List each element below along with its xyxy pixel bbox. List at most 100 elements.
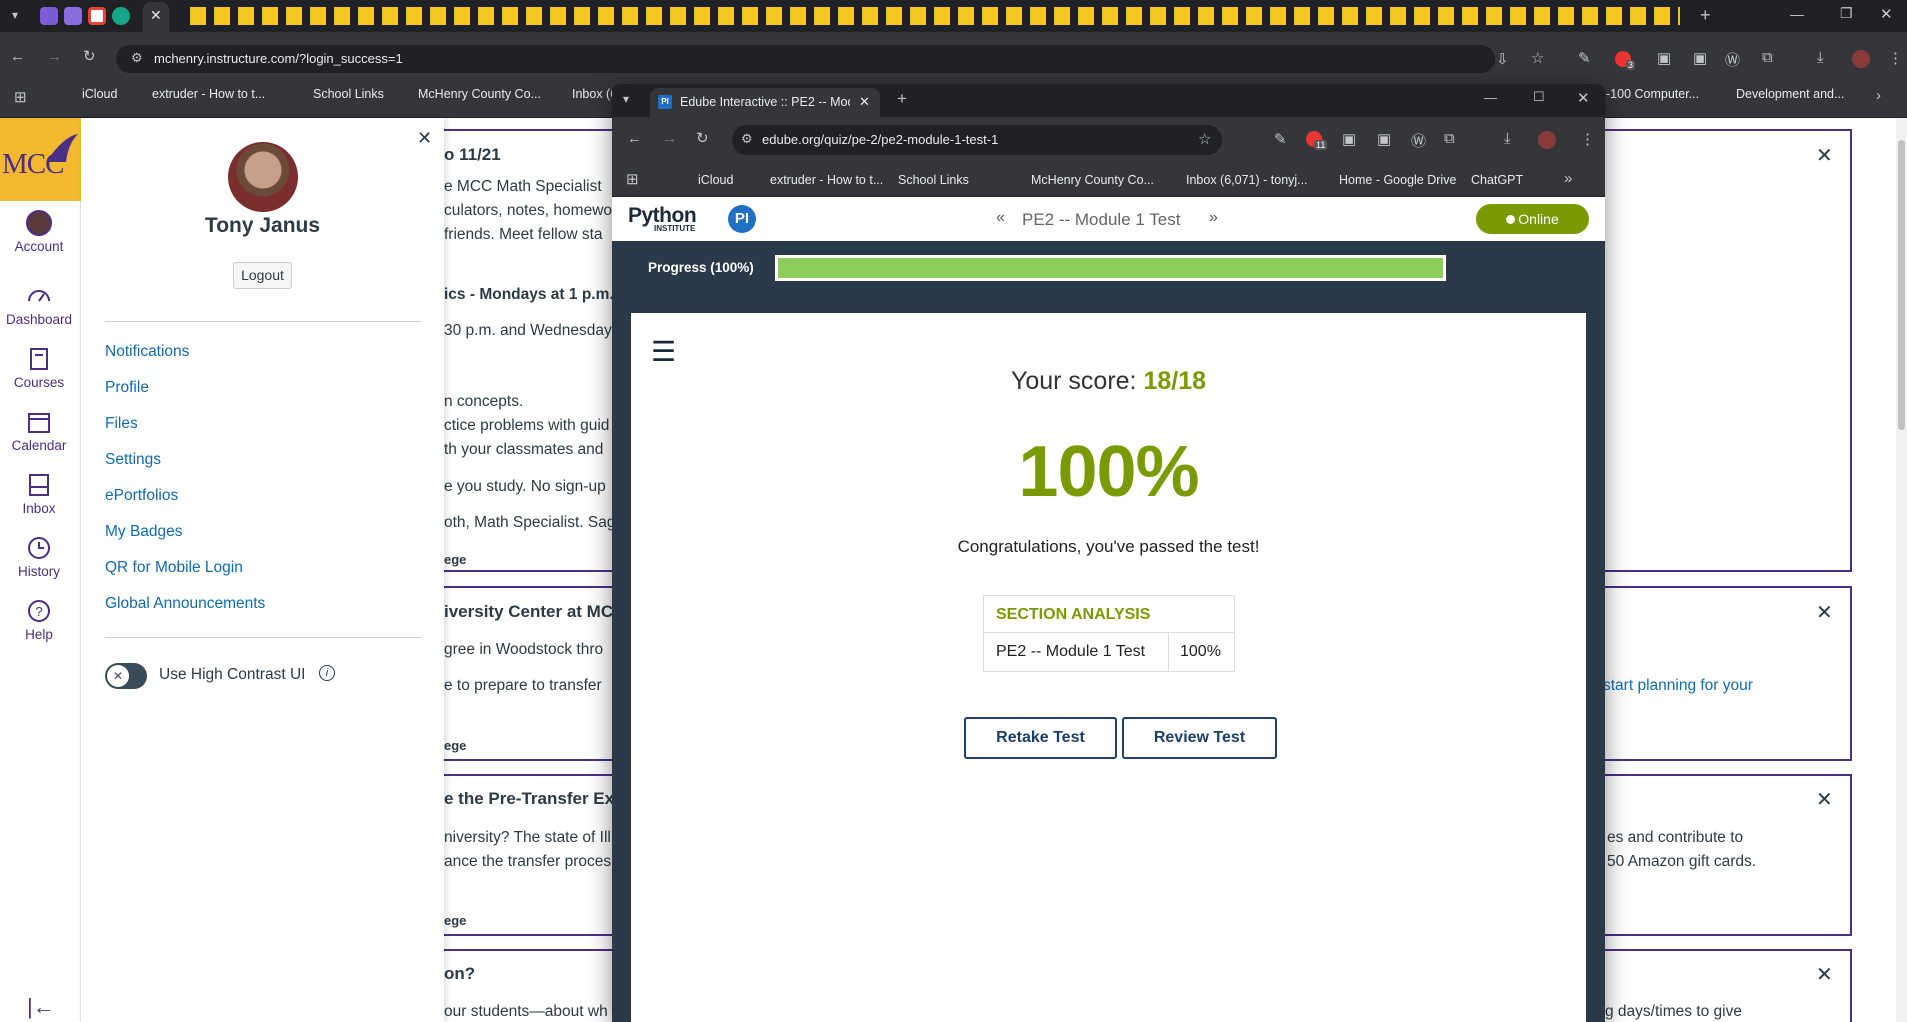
bookmark-inbox[interactable]: Inbox (6,071) - tonyj...: [572, 87, 612, 101]
extensions-puzzle-icon[interactable]: ⧉: [1762, 49, 1773, 66]
inner-active-tab[interactable]: PI Edube Interactive :: PE2 -- Modu ✕: [650, 88, 880, 117]
downloads-icon[interactable]: ⤓: [1817, 49, 1824, 66]
logout-button[interactable]: Logout: [233, 262, 292, 289]
nav-courses[interactable]: Courses: [0, 346, 78, 390]
retake-test-button[interactable]: Retake Test: [964, 717, 1117, 759]
nav-help[interactable]: ? Help: [0, 598, 78, 642]
new-tab-icon[interactable]: +: [1700, 5, 1711, 26]
outer-address-bar[interactable]: ⚙ mchenry.instructure.com/?login_success…: [116, 45, 1544, 73]
menu-icon[interactable]: ⋮: [1888, 49, 1903, 67]
tray-link-settings[interactable]: Settings: [105, 451, 161, 469]
eyedropper-icon[interactable]: ✎: [1274, 130, 1287, 148]
bookmark-school-links[interactable]: School Links: [313, 87, 384, 101]
close-tab-icon[interactable]: ✕: [859, 94, 870, 110]
apps-grid-icon[interactable]: ⊞: [626, 170, 639, 188]
close-tab-icon[interactable]: ✕: [150, 7, 162, 24]
bookmark-google-drive[interactable]: Home - Google Drive: [1339, 173, 1456, 187]
nav-calendar[interactable]: Calendar: [0, 409, 78, 453]
nav-dashboard[interactable]: Dashboard: [0, 283, 78, 327]
back-icon[interactable]: ←: [10, 48, 25, 65]
tray-link-qr-login[interactable]: QR for Mobile Login: [105, 559, 243, 577]
collapse-nav-icon[interactable]: |←: [27, 994, 55, 1020]
high-contrast-toggle[interactable]: ✕: [105, 663, 147, 689]
minimize-icon[interactable]: —: [1484, 90, 1497, 105]
bookmark-development[interactable]: Development and...: [1736, 87, 1844, 101]
restore-icon[interactable]: ❐: [1840, 5, 1853, 22]
info-icon[interactable]: i: [319, 665, 335, 681]
extension-icon[interactable]: ▣: [1693, 49, 1707, 67]
tray-link-eportfolios[interactable]: ePortfolios: [105, 487, 178, 505]
dismiss-announcement-icon[interactable]: ✕: [1816, 143, 1833, 168]
dismiss-announcement-icon[interactable]: ✕: [1816, 600, 1833, 625]
bookmark-icloud[interactable]: iCloud: [698, 173, 733, 187]
page-scrollbar[interactable]: [1896, 118, 1907, 1022]
extensions-puzzle-icon[interactable]: ⧉: [1444, 130, 1455, 147]
bookmark-school-links[interactable]: School Links: [898, 173, 969, 187]
tab-search-button[interactable]: ▾: [6, 8, 24, 26]
review-test-button[interactable]: Review Test: [1122, 717, 1277, 759]
dismiss-announcement-icon[interactable]: ✕: [1816, 787, 1833, 812]
active-tab[interactable]: ✕: [143, 2, 169, 32]
python-institute-logo[interactable]: Python INSTITUTE PI: [628, 204, 758, 236]
bookmark-mchenry[interactable]: McHenry County Co...: [1031, 173, 1154, 187]
forward-icon[interactable]: →: [662, 130, 677, 147]
site-info-icon[interactable]: ⚙: [741, 131, 753, 147]
inner-url: edube.org/quiz/pe-2/pe2-module-1-test-1: [762, 132, 999, 147]
site-info-icon[interactable]: ⚙: [131, 50, 143, 66]
pinned-tab-icon[interactable]: [40, 7, 58, 25]
extension-icon[interactable]: Ⓦ: [1411, 130, 1426, 151]
tab-search-icon[interactable]: ▾: [623, 92, 629, 106]
extension-icon[interactable]: ▣: [1377, 130, 1391, 148]
profile-avatar-icon[interactable]: [1538, 131, 1556, 149]
mcc-logo[interactable]: MCC: [0, 118, 81, 201]
apps-grid-icon[interactable]: ⊞: [14, 88, 27, 106]
pinned-tab-icon[interactable]: [64, 7, 82, 25]
close-window-icon[interactable]: ✕: [1577, 89, 1590, 107]
bookmarks-more-icon[interactable]: ›: [1876, 87, 1881, 104]
maximize-icon[interactable]: ☐: [1533, 89, 1545, 105]
next-quiz-icon[interactable]: »: [1209, 209, 1218, 227]
bookmark-inbox[interactable]: Inbox (6,071) - tonyj...: [1186, 173, 1308, 187]
reload-icon[interactable]: ↻: [696, 129, 709, 147]
close-tray-icon[interactable]: ✕: [417, 128, 432, 149]
bookmark-mchenry[interactable]: McHenry County Co...: [418, 87, 541, 101]
forward-icon[interactable]: →: [47, 48, 62, 65]
eyedropper-icon[interactable]: ✎: [1578, 49, 1591, 67]
prev-quiz-icon[interactable]: «: [996, 209, 1005, 227]
nav-history[interactable]: History: [0, 535, 78, 579]
tray-link-notifications[interactable]: Notifications: [105, 343, 189, 361]
bookmark-computer[interactable]: -100 Computer...: [1606, 87, 1699, 101]
bookmark-star-icon[interactable]: ☆: [1198, 130, 1211, 148]
bookmark-extruder[interactable]: extruder - How to t...: [152, 87, 265, 101]
tray-link-files[interactable]: Files: [105, 415, 138, 433]
nav-account[interactable]: Account: [0, 210, 78, 254]
tray-link-global-announcements[interactable]: Global Announcements: [105, 595, 265, 613]
menu-icon[interactable]: ⋮: [1580, 130, 1595, 148]
card-link[interactable]: start planning for your: [1603, 677, 1753, 695]
back-icon[interactable]: ←: [627, 130, 642, 147]
gmail-tab-icon[interactable]: [88, 7, 106, 25]
inner-address-bar[interactable]: ⚙ edube.org/quiz/pe-2/pe2-module-1-test-…: [732, 125, 1222, 155]
tray-link-profile[interactable]: Profile: [105, 379, 149, 397]
hamburger-menu-icon[interactable]: ☰: [651, 335, 676, 368]
nav-inbox[interactable]: Inbox: [0, 472, 78, 516]
bookmark-icloud[interactable]: iCloud: [82, 87, 117, 101]
bookmark-star-icon[interactable]: ☆: [1531, 49, 1544, 67]
bookmarks-more-icon[interactable]: »: [1564, 170, 1572, 187]
dismiss-announcement-icon[interactable]: ✕: [1816, 962, 1833, 987]
install-app-icon[interactable]: ⇩: [1496, 50, 1509, 68]
extension-icon[interactable]: Ⓦ: [1725, 49, 1740, 70]
new-tab-icon[interactable]: +: [897, 89, 907, 109]
extension-icon[interactable]: ▣: [1657, 49, 1671, 67]
bookmark-extruder[interactable]: extruder - How to t...: [770, 173, 883, 187]
profile-avatar-icon[interactable]: [1852, 50, 1870, 68]
extension-icon[interactable]: ▣: [1342, 130, 1356, 148]
card-text: e you study. No sign-up: [444, 478, 606, 495]
downloads-icon[interactable]: ⤓: [1504, 130, 1511, 147]
close-window-icon[interactable]: ✕: [1880, 5, 1893, 23]
tray-link-my-badges[interactable]: My Badges: [105, 523, 183, 541]
reload-icon[interactable]: ↻: [83, 47, 96, 65]
pinned-tab-icon[interactable]: [112, 7, 130, 25]
minimize-icon[interactable]: —: [1790, 6, 1804, 22]
bookmark-chatgpt[interactable]: ChatGPT: [1471, 173, 1523, 187]
